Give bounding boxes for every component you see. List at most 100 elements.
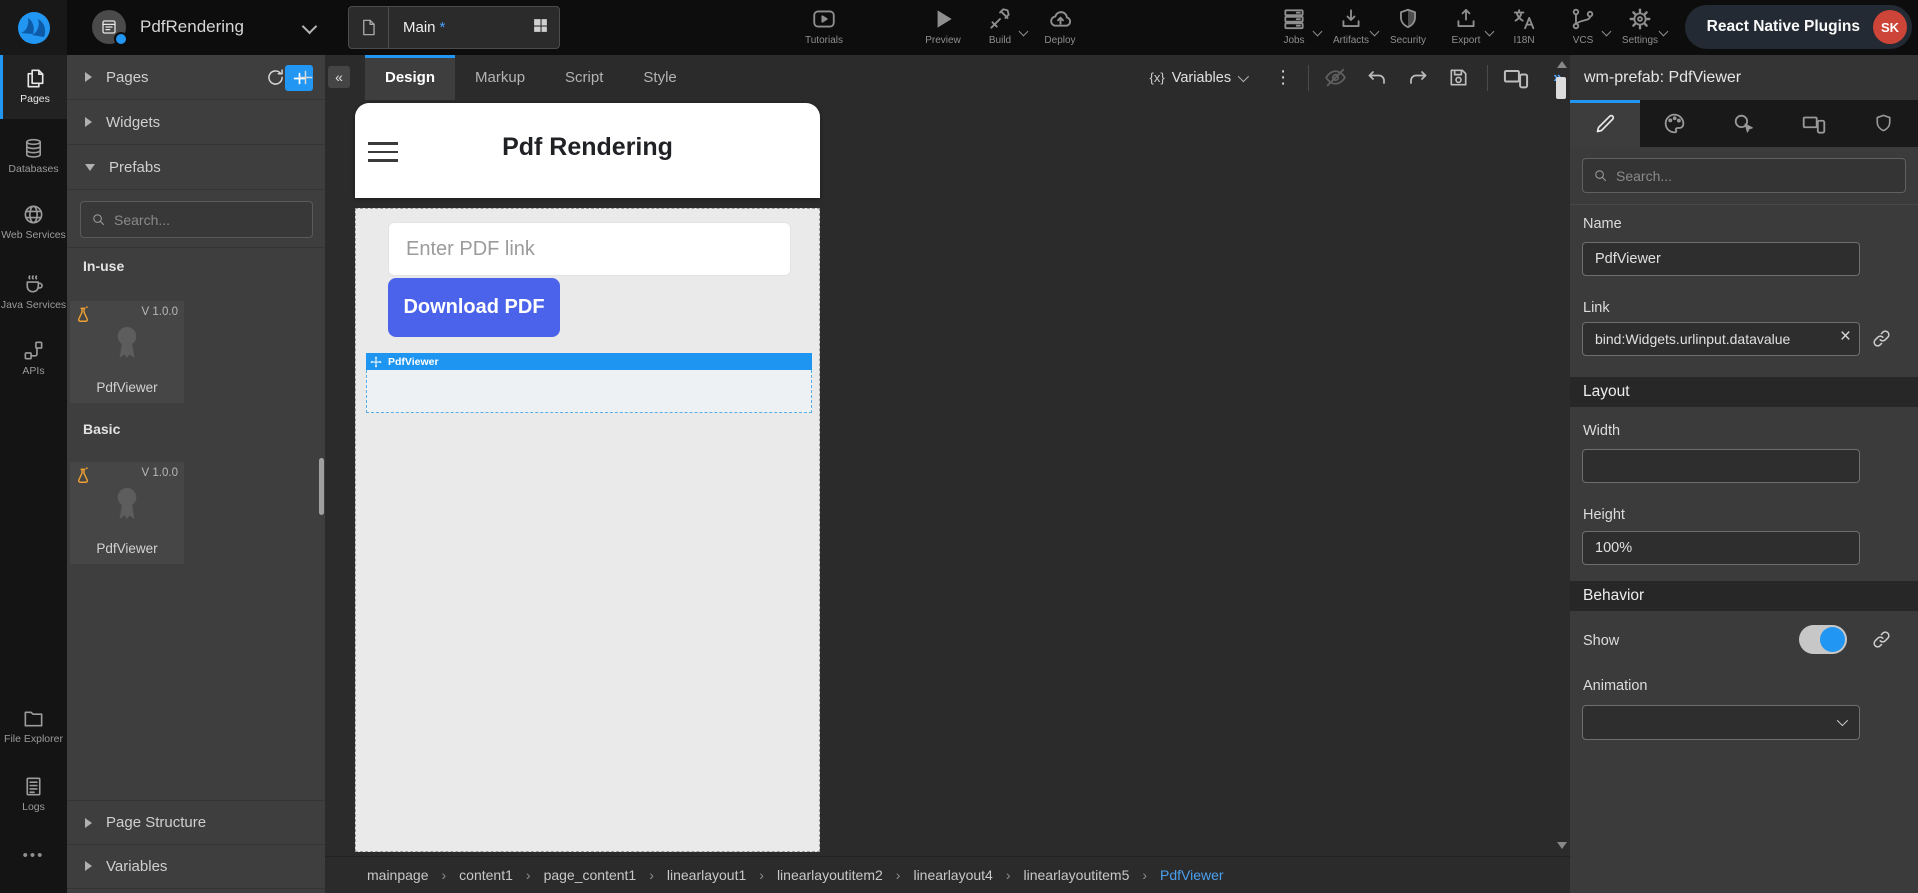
activity-item-logs[interactable]: Logs [0,775,67,814]
redo-icon[interactable] [1406,66,1430,90]
caret-right-icon [85,117,92,127]
widget-selection-body[interactable] [366,370,812,413]
palette-icon [1662,111,1687,136]
height-field[interactable] [1582,531,1860,565]
wavemaker-logo[interactable] [0,0,67,55]
activity-item-pages[interactable]: Pages [0,55,67,119]
breadcrumb-item[interactable]: content1 [459,867,513,883]
name-field[interactable] [1582,242,1860,276]
activity-item-apis[interactable]: APIs [0,339,67,378]
project-chevron-down-icon[interactable] [302,19,318,35]
collapse-left-panel-button[interactable]: « [328,66,350,88]
project-name: PdfRendering [140,17,244,37]
explorer-section-page-structure[interactable]: Page Structure [67,800,325,845]
prefab-search-input[interactable] [114,212,302,228]
properties-tabs [1570,100,1918,147]
bind-show-icon[interactable] [1871,629,1892,650]
prefab-search[interactable] [80,201,313,238]
preview-page-content[interactable]: Download PDF PdfViewer [355,208,820,852]
grid-view-icon[interactable] [532,17,549,39]
divider [1487,65,1488,91]
topbar-action-artifacts[interactable]: Artifacts [1319,6,1383,46]
variables-icon: {x} [1150,70,1165,85]
react-native-plugins-button[interactable]: React Native Plugins SK [1685,5,1912,49]
topbar-action-security[interactable]: Security [1376,6,1440,46]
scroll-down-icon[interactable] [1557,842,1567,849]
pdf-link-input[interactable] [388,222,791,276]
move-icon [370,356,382,368]
explorer-section-variables[interactable]: Variables [67,844,325,889]
variables-dropdown[interactable]: {x} Variables [1150,70,1247,86]
properties-search-input[interactable] [1616,168,1895,184]
breadcrumb-item[interactable]: mainpage [367,867,429,883]
show-toggle[interactable] [1799,625,1847,654]
topbar-action-settings[interactable]: Settings [1608,6,1672,46]
explorer-section-prefabs[interactable]: Prefabs [67,145,325,190]
link-field-label: Link [1583,300,1610,316]
add-prefab-icon[interactable] [295,67,316,88]
prefab-card-pdfviewer[interactable]: V 1.0.0 PdfViewer [70,301,184,403]
pages-icon [3,67,67,90]
canvas-scrollbar[interactable] [1555,59,1568,879]
topbar-action-deploy[interactable]: Deploy [1028,6,1092,46]
tab-styles[interactable] [1640,100,1710,147]
tab-properties[interactable] [1570,100,1640,147]
bind-link-icon[interactable] [1871,328,1892,349]
tab-script[interactable]: Script [545,55,623,100]
prefab-card-pdfviewer[interactable]: V 1.0.0 PdfViewer [70,462,184,564]
tab-markup[interactable]: Markup [455,55,545,100]
breadcrumb-item[interactable]: linearlayout4 [913,867,992,883]
more-menu-icon[interactable]: ⋮ [1274,67,1292,88]
wave-logo-icon [15,9,53,47]
topbar-action-vcs[interactable]: VCS [1551,6,1615,46]
more-options-icon[interactable]: ••• [0,847,67,864]
page-tab-main[interactable]: Main* [348,6,560,49]
widget-selection-label: PdfViewer [388,356,439,368]
chevron-down-icon [1837,715,1848,726]
coffee-icon [0,273,67,296]
tab-security[interactable] [1848,100,1918,147]
activity-item-databases[interactable]: Databases [0,137,67,176]
animation-field-label: Animation [1583,678,1647,694]
breadcrumb-item-active[interactable]: PdfViewer [1160,867,1224,883]
topbar-action-preview[interactable]: Preview [911,6,975,46]
shield-outline-icon [1872,112,1895,135]
refresh-prefabs-icon[interactable] [265,67,286,88]
caret-right-icon [85,818,92,828]
device-preview-icon[interactable] [1502,64,1530,92]
scroll-up-icon[interactable] [1557,61,1567,68]
tab-design[interactable]: Design [365,55,455,100]
topbar-action-i18n[interactable]: I18N [1492,6,1556,46]
explorer-section-widgets[interactable]: Widgets [67,100,325,145]
tab-events[interactable] [1709,100,1779,147]
activity-item-java-services[interactable]: Java Services [0,273,67,312]
breadcrumb-item[interactable]: linearlayout1 [667,867,746,883]
breadcrumb-item[interactable]: page_content1 [544,867,637,883]
properties-search[interactable] [1582,158,1906,193]
undo-icon[interactable] [1365,66,1389,90]
breadcrumb-item[interactable]: linearlayoutitem5 [1024,867,1130,883]
user-avatar[interactable]: SK [1873,10,1907,44]
topbar-action-build[interactable]: Build [968,6,1032,46]
activity-item-web-services[interactable]: Web Services [0,203,67,242]
project-icon[interactable] [92,10,126,44]
explorer-scrollbar[interactable] [319,458,324,515]
topbar-action-export[interactable]: Export [1434,6,1498,46]
clear-link-icon[interactable]: × [1840,326,1851,348]
scrollbar-thumb[interactable] [1556,77,1566,99]
activity-item-file-explorer[interactable]: File Explorer [0,707,67,746]
preview-app-title: Pdf Rendering [355,133,820,162]
breadcrumb-item[interactable]: linearlayoutitem2 [777,867,883,883]
save-icon[interactable] [1447,66,1470,89]
hide-widgets-icon[interactable] [1323,65,1348,90]
tab-devices[interactable] [1779,100,1849,147]
topbar-action-jobs[interactable]: Jobs [1262,6,1326,46]
download-pdf-button[interactable]: Download PDF [388,278,560,337]
selected-widget-pdfviewer[interactable]: PdfViewer [366,353,812,413]
width-field[interactable] [1582,449,1860,483]
topbar-action-tutorials[interactable]: Tutorials [792,6,856,46]
link-field[interactable] [1582,322,1860,356]
animation-select[interactable] [1582,705,1860,740]
widget-selection-bar[interactable]: PdfViewer [366,353,812,370]
tab-style[interactable]: Style [623,55,696,100]
